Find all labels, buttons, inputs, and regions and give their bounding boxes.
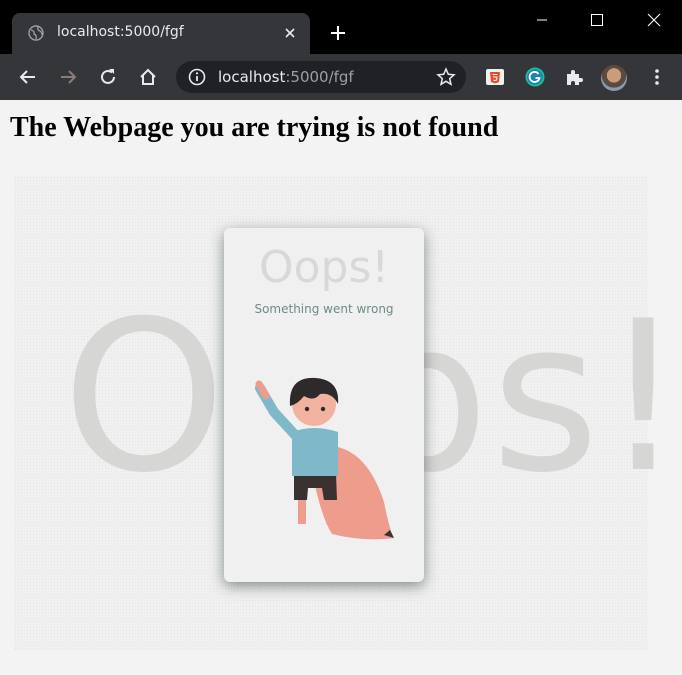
extension-html5-icon[interactable] — [484, 66, 506, 88]
forward-icon[interactable] — [58, 67, 78, 87]
star-icon[interactable] — [436, 67, 456, 87]
home-icon[interactable] — [138, 67, 158, 87]
window-close-icon[interactable] — [626, 0, 682, 40]
url-host: localhost — [218, 68, 286, 86]
superhero-kid-illustration — [255, 377, 394, 540]
kebab-menu-icon[interactable] — [646, 66, 668, 88]
extension-grammarly-icon[interactable] — [524, 66, 546, 88]
back-icon[interactable] — [18, 67, 38, 87]
minimize-icon[interactable] — [514, 0, 570, 40]
card-subtitle: Something went wrong — [254, 302, 394, 316]
page-content: The Webpage you are trying is not found … — [0, 100, 682, 675]
url-text[interactable]: localhost:5000/fgf — [218, 68, 354, 86]
puzzle-icon[interactable] — [563, 66, 585, 88]
title-bar: localhost:5000/fgf — [0, 0, 682, 54]
browser-toolbar: localhost:5000/fgf — [0, 54, 682, 100]
globe-icon — [28, 25, 44, 41]
error-card: Oops! Something went wrong — [224, 228, 424, 582]
close-icon[interactable] — [282, 25, 298, 41]
tab-title: localhost:5000/fgf — [57, 24, 184, 40]
avatar[interactable] — [601, 65, 627, 91]
reload-icon[interactable] — [98, 67, 118, 87]
browser-tab[interactable]: localhost:5000/fgf — [12, 13, 310, 54]
error-illustration: Oops! Oops! Something went wrong — [14, 176, 682, 650]
address-bar[interactable]: localhost:5000/fgf — [176, 61, 466, 93]
url-path: :5000/fgf — [285, 68, 354, 86]
info-icon[interactable] — [188, 68, 206, 86]
page-title: The Webpage you are trying is not found — [10, 112, 499, 143]
plus-icon[interactable] — [328, 23, 348, 43]
card-title: Oops! — [258, 242, 390, 293]
maximize-icon[interactable] — [570, 0, 626, 40]
